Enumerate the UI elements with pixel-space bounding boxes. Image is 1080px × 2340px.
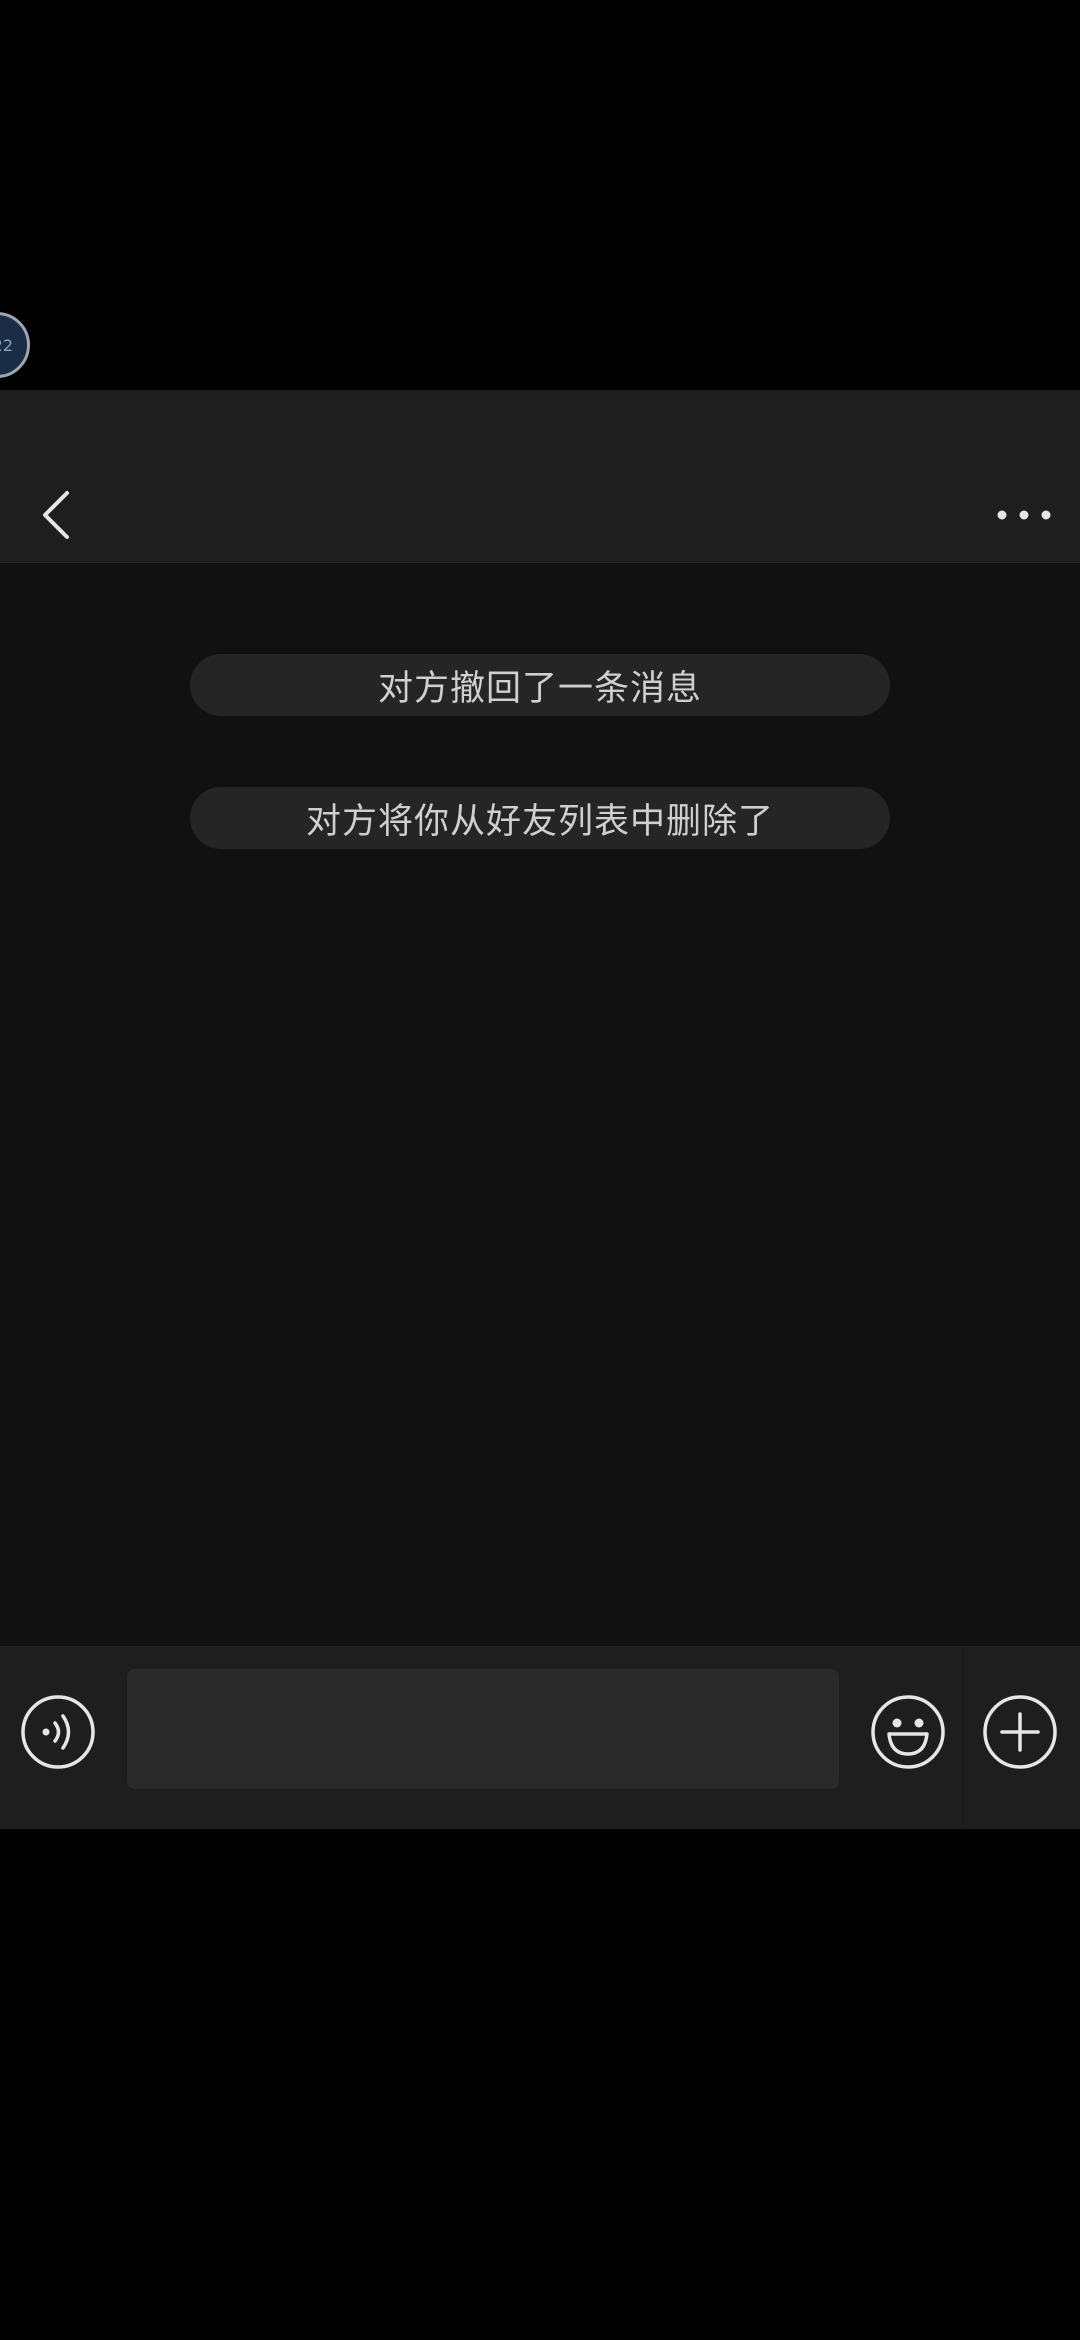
system-message: 对方撤回了一条消息	[190, 654, 890, 716]
message-input[interactable]	[127, 1669, 839, 1789]
chat-window: 对方撤回了一条消息 对方将你从好友列表中删除了	[0, 390, 1080, 1829]
plus-icon	[983, 1695, 1057, 1769]
back-button[interactable]	[22, 480, 92, 550]
top-bar	[0, 390, 1080, 563]
more-button[interactable]	[984, 480, 1064, 550]
more-functions-button[interactable]	[982, 1694, 1058, 1770]
voice-icon	[21, 1695, 95, 1769]
divider	[963, 1647, 964, 1829]
floating-badge[interactable]: 22	[0, 312, 30, 378]
system-message-text: 对方将你从好友列表中删除了	[305, 801, 774, 842]
screen: 22 对方撤回了一条消息 对方将你从好友列表中删除了	[0, 0, 1080, 2340]
more-horizontal-icon	[997, 510, 1051, 520]
emoji-icon	[871, 1695, 945, 1769]
system-message: 对方将你从好友列表中删除了	[190, 787, 890, 849]
voice-button[interactable]	[20, 1694, 96, 1770]
chevron-left-icon	[43, 491, 69, 539]
input-bar	[0, 1646, 1080, 1829]
message-area: 对方撤回了一条消息 对方将你从好友列表中删除了	[0, 562, 1080, 1646]
system-message-text: 对方撤回了一条消息	[377, 668, 702, 709]
emoji-button[interactable]	[870, 1694, 946, 1770]
floating-badge-text: 22	[0, 335, 13, 355]
